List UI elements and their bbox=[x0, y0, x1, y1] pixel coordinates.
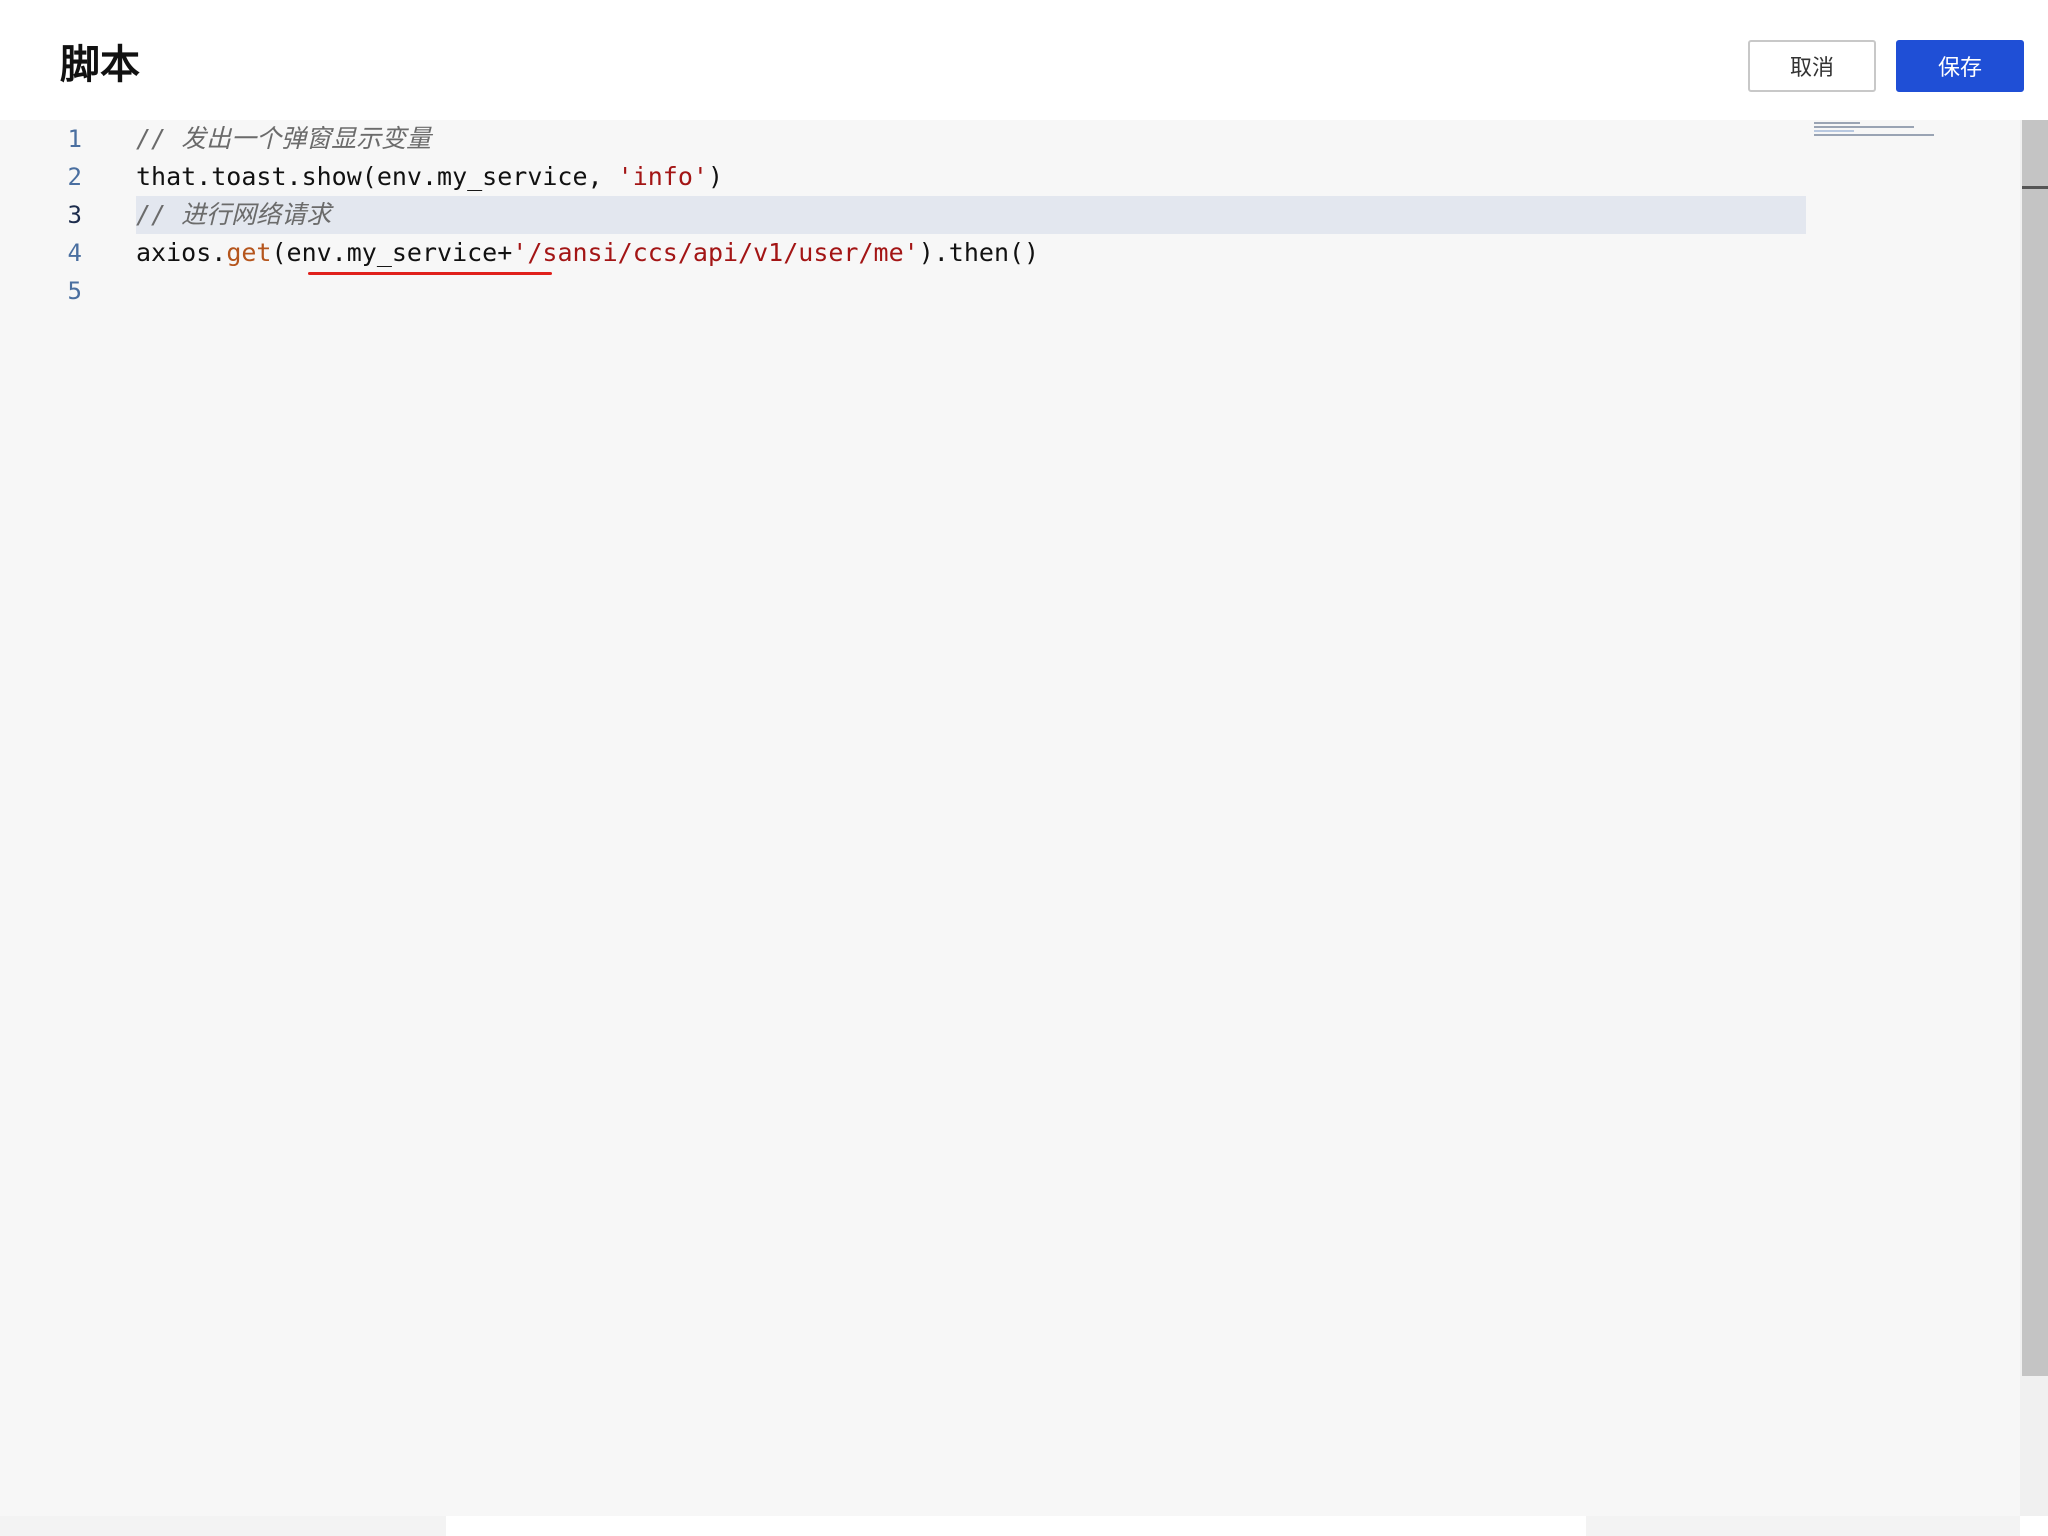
vertical-scrollbar-thumb[interactable] bbox=[2022, 120, 2048, 1376]
line-number-gutter: 1 2 3 4 5 bbox=[0, 120, 120, 1516]
code-line-5[interactable] bbox=[136, 272, 1806, 310]
code-token: ).then() bbox=[918, 238, 1040, 267]
code-method: get bbox=[226, 238, 272, 267]
code-text-area[interactable]: // 发出一个弹窗显示变量 that.toast.show(env.my_ser… bbox=[136, 120, 1806, 1516]
code-minimap[interactable] bbox=[1810, 120, 2020, 150]
code-line-4[interactable]: axios.get(env.my_service+'/sansi/ccs/api… bbox=[136, 234, 1806, 272]
line-number: 5 bbox=[67, 277, 82, 305]
code-token: (env.my_service+ bbox=[271, 238, 513, 267]
code-token: ) bbox=[707, 162, 724, 191]
code-line-2[interactable]: that.toast.show(env.my_service, 'info') bbox=[136, 158, 1806, 196]
footer-segment bbox=[1586, 1516, 2020, 1536]
code-comment: // 进行网络请求 bbox=[136, 200, 332, 229]
code-string: 'info' bbox=[617, 162, 708, 191]
code-comment: // 发出一个弹窗显示变量 bbox=[136, 124, 432, 153]
line-number-active: 3 bbox=[67, 201, 82, 229]
minimap-line bbox=[1814, 130, 1854, 132]
minimap-line bbox=[1814, 126, 1914, 128]
line-number: 4 bbox=[67, 239, 82, 267]
code-token: axios. bbox=[136, 238, 227, 267]
code-line-3-active[interactable]: // 进行网络请求 bbox=[136, 196, 1806, 234]
page-title: 脚本 bbox=[60, 42, 140, 88]
line-number: 2 bbox=[67, 163, 82, 191]
footer-segment bbox=[0, 1516, 446, 1536]
line-number: 1 bbox=[67, 125, 82, 153]
dialog-header: 脚本 取消 保存 bbox=[0, 0, 2048, 120]
save-button[interactable]: 保存 bbox=[1896, 40, 2024, 92]
code-editor[interactable]: 1 2 3 4 5 // 发出一个弹窗显示变量 that.toast.show(… bbox=[0, 120, 2048, 1516]
code-string: '/sansi/ccs/api/v1/user/me' bbox=[512, 238, 919, 267]
code-token: that.toast.show(env.my_service, bbox=[136, 162, 618, 191]
scrollbar-cursor-marker bbox=[2022, 186, 2048, 189]
code-line-1[interactable]: // 发出一个弹窗显示变量 bbox=[136, 120, 1806, 158]
cancel-button[interactable]: 取消 bbox=[1748, 40, 1876, 92]
minimap-line bbox=[1814, 134, 1934, 136]
minimap-line bbox=[1814, 122, 1860, 124]
